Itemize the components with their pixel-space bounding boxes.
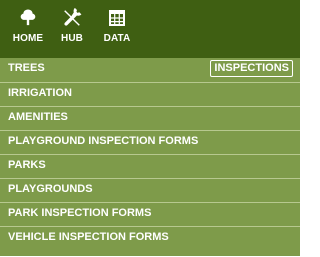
home-nav-button[interactable]: HOME — [11, 8, 45, 50]
menu-item-label: PLAYGROUNDS — [8, 183, 93, 195]
top-toolbar: HOME HUB DATA — [0, 0, 300, 58]
hub-label: HUB — [61, 33, 83, 44]
table-icon — [109, 10, 125, 26]
menu-item-label: PARK INSPECTION FORMS — [8, 207, 152, 219]
data-nav-button[interactable]: DATA — [101, 8, 133, 50]
inspections-button[interactable]: INSPECTIONS — [210, 60, 293, 77]
menu-item-label: IRRIGATION — [8, 87, 72, 99]
hub-nav-button[interactable]: HUB — [57, 8, 87, 50]
category-menu: TREES INSPECTIONS IRRIGATION AMENITIES P… — [0, 58, 300, 256]
tools-icon — [64, 8, 82, 26]
menu-item-label: VEHICLE INSPECTION FORMS — [8, 231, 169, 243]
menu-item-playground-inspection-forms[interactable]: PLAYGROUND INSPECTION FORMS — [0, 130, 300, 152]
menu-item-label: AMENITIES — [8, 111, 68, 123]
menu-item-amenities[interactable]: AMENITIES — [0, 106, 300, 128]
menu-item-label: PARKS — [8, 159, 46, 171]
menu-item-irrigation[interactable]: IRRIGATION — [0, 82, 300, 104]
tree-icon — [20, 9, 36, 26]
menu-item-parks[interactable]: PARKS — [0, 154, 300, 176]
data-label: DATA — [103, 33, 131, 44]
menu-item-playgrounds[interactable]: PLAYGROUNDS — [0, 178, 300, 200]
menu-item-label: PLAYGROUND INSPECTION FORMS — [8, 135, 199, 147]
menu-item-trees[interactable]: TREES INSPECTIONS — [0, 58, 300, 80]
home-label: HOME — [12, 33, 44, 44]
menu-item-park-inspection-forms[interactable]: PARK INSPECTION FORMS — [0, 202, 300, 224]
mobile-app-menu: HOME HUB DATA TREES INSPECTIONS IRRIGATI… — [0, 0, 300, 257]
menu-item-label: TREES — [8, 62, 45, 74]
menu-item-vehicle-inspection-forms[interactable]: VEHICLE INSPECTION FORMS — [0, 226, 300, 248]
